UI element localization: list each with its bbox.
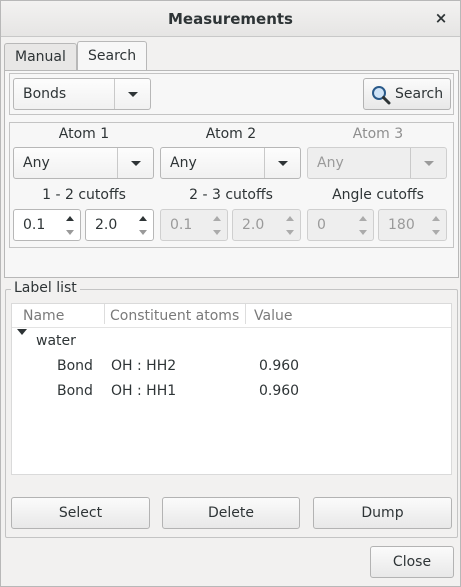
table-row[interactable]: Bond OH : HH2 0.960 — [12, 354, 451, 378]
dump-button[interactable]: Dump — [313, 497, 452, 529]
tab-manual[interactable]: Manual — [4, 43, 77, 71]
cutoff12-max-value: 2.0 — [95, 217, 118, 233]
cutoff23-max-spin: 2.0 — [232, 209, 301, 241]
spin-up-icon — [431, 212, 443, 226]
chevron-down-icon — [410, 148, 446, 178]
row-name: Bond — [57, 358, 93, 374]
search-type-box: Bonds Search — [9, 73, 454, 115]
header-separator — [245, 304, 246, 324]
chevron-down-icon — [117, 148, 153, 178]
cutoff12-min-spin[interactable]: 0.1 — [13, 209, 81, 241]
spin-down-icon[interactable] — [65, 225, 77, 239]
label-tree[interactable]: Name Constituent atoms Value water Bond … — [11, 303, 452, 475]
search-panel: Bonds Search Atom 1 Atom 2 Atom 3 Any An… — [4, 70, 459, 278]
window-title: Measurements — [168, 10, 293, 28]
row-name: Bond — [57, 383, 93, 399]
measurements-window: Measurements × Manual Search Bonds Searc… — [0, 0, 461, 587]
delete-button[interactable]: Delete — [162, 497, 300, 529]
header-separator — [104, 304, 105, 324]
search-type-value: Bonds — [23, 86, 67, 102]
table-row[interactable]: Bond OH : HH1 0.960 — [12, 379, 451, 403]
tree-header: Name Constituent atoms Value — [12, 304, 451, 328]
atom3-combo: Any — [307, 147, 447, 179]
close-icon[interactable]: × — [432, 9, 450, 27]
expander-down-icon[interactable] — [17, 329, 27, 335]
column-value[interactable]: Value — [254, 304, 292, 328]
cutoff12-min-value: 0.1 — [23, 217, 46, 233]
row-value: 0.960 — [259, 358, 300, 374]
angle-min-spin: 0 — [307, 209, 374, 241]
row-atoms: OH : HH1 — [111, 383, 177, 399]
magnifier-icon — [372, 86, 391, 105]
cutoff23-min-value: 0.1 — [170, 217, 193, 233]
tree-group-row[interactable]: water — [12, 329, 451, 353]
spin-down-icon — [212, 225, 224, 239]
label-list-frame: Label list Name Constituent atoms Value … — [5, 280, 458, 538]
cutoff12-max-spin[interactable]: 2.0 — [85, 209, 154, 241]
search-button-label: Search — [395, 86, 444, 102]
criteria-box: Atom 1 Atom 2 Atom 3 Any Any Any 1 - 2 c… — [9, 122, 454, 248]
group-name: water — [36, 333, 76, 349]
spin-down-icon — [358, 225, 370, 239]
angle-min-value: 0 — [317, 217, 326, 233]
chevron-down-icon — [114, 79, 150, 109]
angle-cutoff-label: Angle cutoffs — [332, 187, 424, 203]
spin-up-icon — [358, 212, 370, 226]
cutoff23-min-spin: 0.1 — [160, 209, 228, 241]
atom1-label: Atom 1 — [58, 126, 110, 142]
atom2-label: Atom 2 — [205, 126, 257, 142]
column-name[interactable]: Name — [23, 304, 64, 328]
atom3-label: Atom 3 — [352, 126, 404, 142]
select-button[interactable]: Select — [11, 497, 150, 529]
atom3-value: Any — [317, 155, 344, 171]
spin-up-icon — [285, 212, 297, 226]
cutoff23-max-value: 2.0 — [242, 217, 265, 233]
search-button[interactable]: Search — [363, 78, 451, 110]
row-value: 0.960 — [259, 383, 300, 399]
cutoff23-label: 2 - 3 cutoffs — [189, 187, 273, 203]
spin-up-icon[interactable] — [65, 212, 77, 226]
close-button[interactable]: Close — [370, 546, 454, 578]
atom1-value: Any — [23, 155, 50, 171]
spin-down-icon[interactable] — [138, 225, 150, 239]
cutoff12-label: 1 - 2 cutoffs — [42, 187, 126, 203]
atom2-value: Any — [170, 155, 197, 171]
spin-down-icon — [431, 225, 443, 239]
search-type-combo[interactable]: Bonds — [13, 78, 151, 110]
spin-down-icon — [285, 225, 297, 239]
title-bar: Measurements × — [1, 1, 460, 37]
label-list-title: Label list — [11, 280, 80, 296]
atom1-combo[interactable]: Any — [13, 147, 154, 179]
row-atoms: OH : HH2 — [111, 358, 177, 374]
spin-up-icon — [212, 212, 224, 226]
atom2-combo[interactable]: Any — [160, 147, 301, 179]
tab-search[interactable]: Search — [77, 41, 148, 72]
angle-max-spin: 180 — [378, 209, 447, 241]
column-constituent-atoms[interactable]: Constituent atoms — [110, 304, 239, 328]
chevron-down-icon — [264, 148, 300, 178]
angle-max-value: 180 — [388, 217, 415, 233]
spin-up-icon[interactable] — [138, 212, 150, 226]
